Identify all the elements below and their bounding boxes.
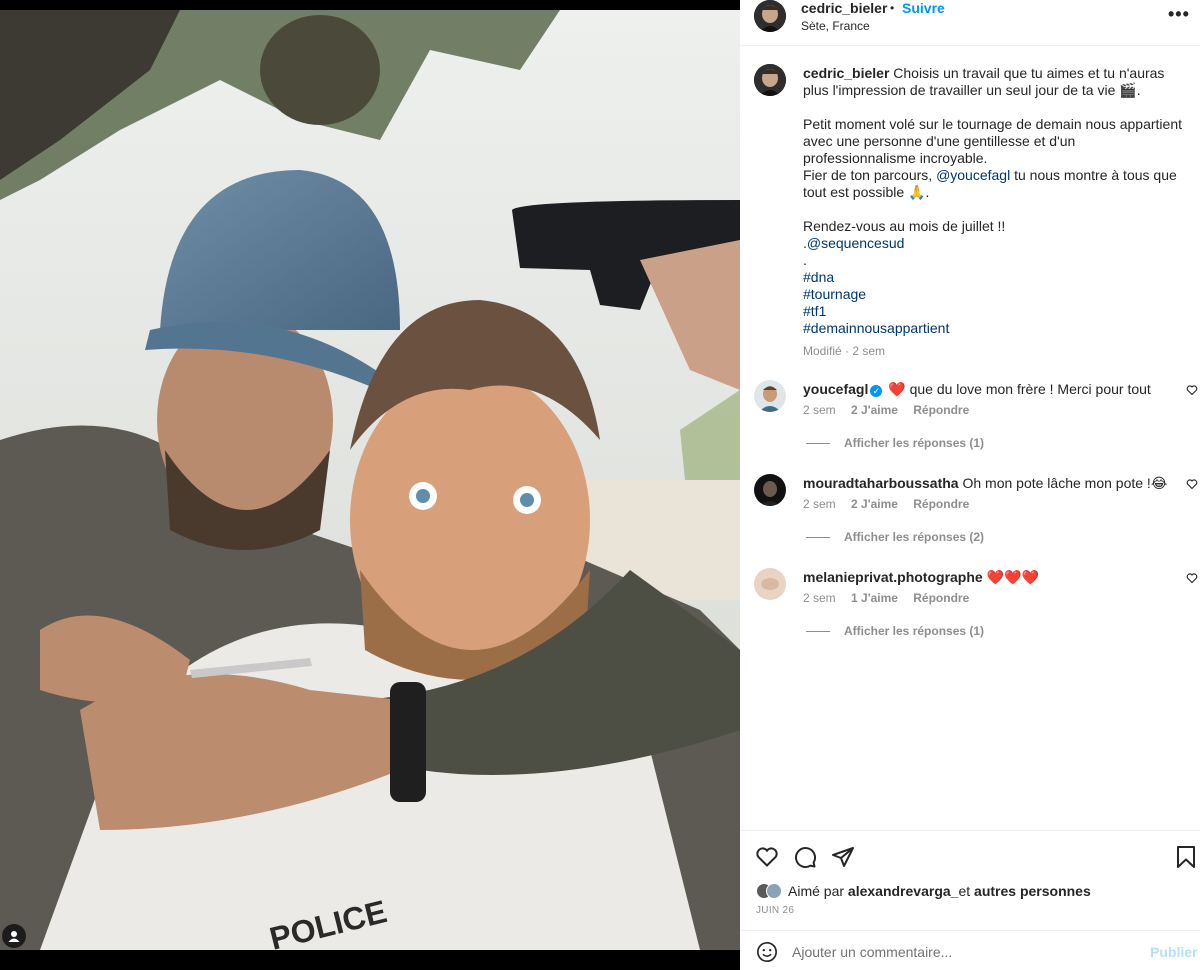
liker-avatar[interactable]	[766, 883, 782, 899]
photo-illustration: POLICE	[0, 10, 740, 950]
comment-like-heart-icon[interactable]	[1186, 384, 1198, 396]
caption-edited-time: Modifié · 2 sem	[803, 344, 886, 358]
post-viewer: POLICE cedric_bieler • Suivre Sète, Fran…	[0, 0, 1200, 970]
author-avatar[interactable]	[754, 0, 786, 32]
verified-badge-icon: ✓	[870, 385, 883, 397]
post-comment-button[interactable]: Publier	[1150, 944, 1197, 960]
post-media: POLICE	[0, 0, 740, 970]
header-separator: •	[890, 1, 895, 15]
share-icon[interactable]	[831, 845, 855, 869]
heart-icon[interactable]	[755, 845, 779, 869]
caption-dot: .	[803, 252, 807, 268]
liked-others[interactable]: autres personnes	[974, 883, 1091, 899]
comment-item: youcefagl ✓ ❤️ que du love mon frère ! Me…	[740, 380, 1200, 460]
comment-likes[interactable]: 2 J'aime	[851, 403, 898, 417]
post-header: cedric_bieler • Suivre Sète, France •••	[740, 0, 1200, 46]
commenter-avatar[interactable]	[754, 474, 786, 506]
liked-mid: et	[958, 883, 971, 899]
hashtag-tf1[interactable]: #tf1	[803, 303, 1183, 320]
comment-time[interactable]: 2 sem	[803, 497, 836, 511]
comment-body: ❤️ que du love mon frère ! Merci pour to…	[888, 381, 1151, 397]
liked-by-summary: Aimé par alexandrevarga_ et autres perso…	[756, 883, 1091, 899]
comment-time[interactable]: 2 sem	[803, 591, 836, 605]
post-location[interactable]: Sète, France	[801, 19, 870, 33]
comment-like-heart-icon[interactable]	[1186, 478, 1198, 490]
follow-button[interactable]: Suivre	[902, 0, 945, 16]
comment-input[interactable]	[792, 941, 1132, 963]
comment-text: melanieprivat.photographe ❤️❤️❤️	[803, 568, 1173, 586]
author-username[interactable]: cedric_bieler	[801, 0, 887, 16]
comment-likes[interactable]: 1 J'aime	[851, 591, 898, 605]
caption-mention-youcefagl[interactable]: @youcefagl	[936, 167, 1010, 183]
reply-button[interactable]: Répondre	[913, 591, 969, 605]
reply-button[interactable]: Répondre	[913, 403, 969, 417]
more-options-icon[interactable]: •••	[1168, 4, 1190, 25]
comment-text: mouradtaharboussatha Oh mon pote lâche m…	[803, 474, 1173, 492]
comment-meta: 2 sem 2 J'aime Répondre	[803, 403, 981, 417]
view-replies-label: Afficher les réponses (1)	[844, 624, 985, 638]
commenter-avatar[interactable]	[754, 380, 786, 412]
caption-username[interactable]: cedric_bieler	[803, 65, 889, 81]
comment-username[interactable]: youcefagl	[803, 381, 868, 397]
comment-time[interactable]: 2 sem	[803, 403, 836, 417]
user-tag-button[interactable]	[2, 924, 26, 948]
view-replies-button[interactable]: Afficher les réponses (1)	[806, 436, 984, 450]
comment-username[interactable]: melanieprivat.photographe	[803, 569, 983, 585]
hashtag-dna[interactable]: #dna	[803, 269, 1183, 286]
comment-meta: 2 sem 1 J'aime Répondre	[803, 591, 981, 605]
emoji-icon[interactable]	[756, 941, 778, 963]
hashtag-demainnousappartient[interactable]: #demainnousappartient	[803, 320, 1183, 337]
comment-body: Oh mon pote lâche mon pote !😂	[962, 475, 1168, 491]
post-photo[interactable]: POLICE	[0, 10, 740, 950]
post-date[interactable]: JUIN 26	[756, 905, 794, 916]
view-replies-button[interactable]: Afficher les réponses (1)	[806, 624, 984, 638]
caption-mention-sequencesud[interactable]: .@sequencesud	[803, 235, 1183, 252]
comment-item: melanieprivat.photographe ❤️❤️❤️ 2 sem 1…	[740, 568, 1200, 648]
caption-line-4: Rendez-vous au mois de juillet !!	[803, 218, 1006, 234]
reply-button[interactable]: Répondre	[913, 497, 969, 511]
post-side-panel: cedric_bieler • Suivre Sète, France ••• …	[740, 0, 1200, 970]
comment-like-heart-icon[interactable]	[1186, 572, 1198, 584]
bookmark-icon[interactable]	[1174, 845, 1198, 869]
view-replies-button[interactable]: Afficher les réponses (2)	[806, 530, 984, 544]
commenter-avatar[interactable]	[754, 568, 786, 600]
comment-body: ❤️❤️❤️	[986, 569, 1039, 585]
caption-line-3-pre: Fier de ton parcours,	[803, 167, 937, 183]
comment-meta: 2 sem 2 J'aime Répondre	[803, 497, 981, 511]
comment-likes[interactable]: 2 J'aime	[851, 497, 898, 511]
comment-username[interactable]: mouradtaharboussatha	[803, 475, 959, 491]
comment-text: youcefagl ✓ ❤️ que du love mon frère ! Me…	[803, 380, 1173, 398]
caption-line-2: Petit moment volé sur le tournage de dem…	[803, 116, 1183, 166]
add-comment-bar: Publier	[740, 930, 1200, 970]
hashtag-tournage[interactable]: #tournage	[803, 286, 1183, 303]
post-actions: Aimé par alexandrevarga_ et autres perso…	[740, 830, 1200, 925]
caption-author-avatar[interactable]	[754, 64, 786, 96]
liked-user[interactable]: alexandrevarga_	[848, 883, 959, 899]
comment-icon[interactable]	[793, 845, 817, 869]
view-replies-label: Afficher les réponses (1)	[844, 436, 985, 450]
comment-item: mouradtaharboussatha Oh mon pote lâche m…	[740, 474, 1200, 554]
view-replies-label: Afficher les réponses (2)	[844, 530, 985, 544]
liked-prefix: Aimé par	[788, 883, 845, 899]
user-tag-icon	[8, 931, 20, 942]
post-caption: cedric_bieler Choisis un travail que tu …	[803, 65, 1183, 337]
